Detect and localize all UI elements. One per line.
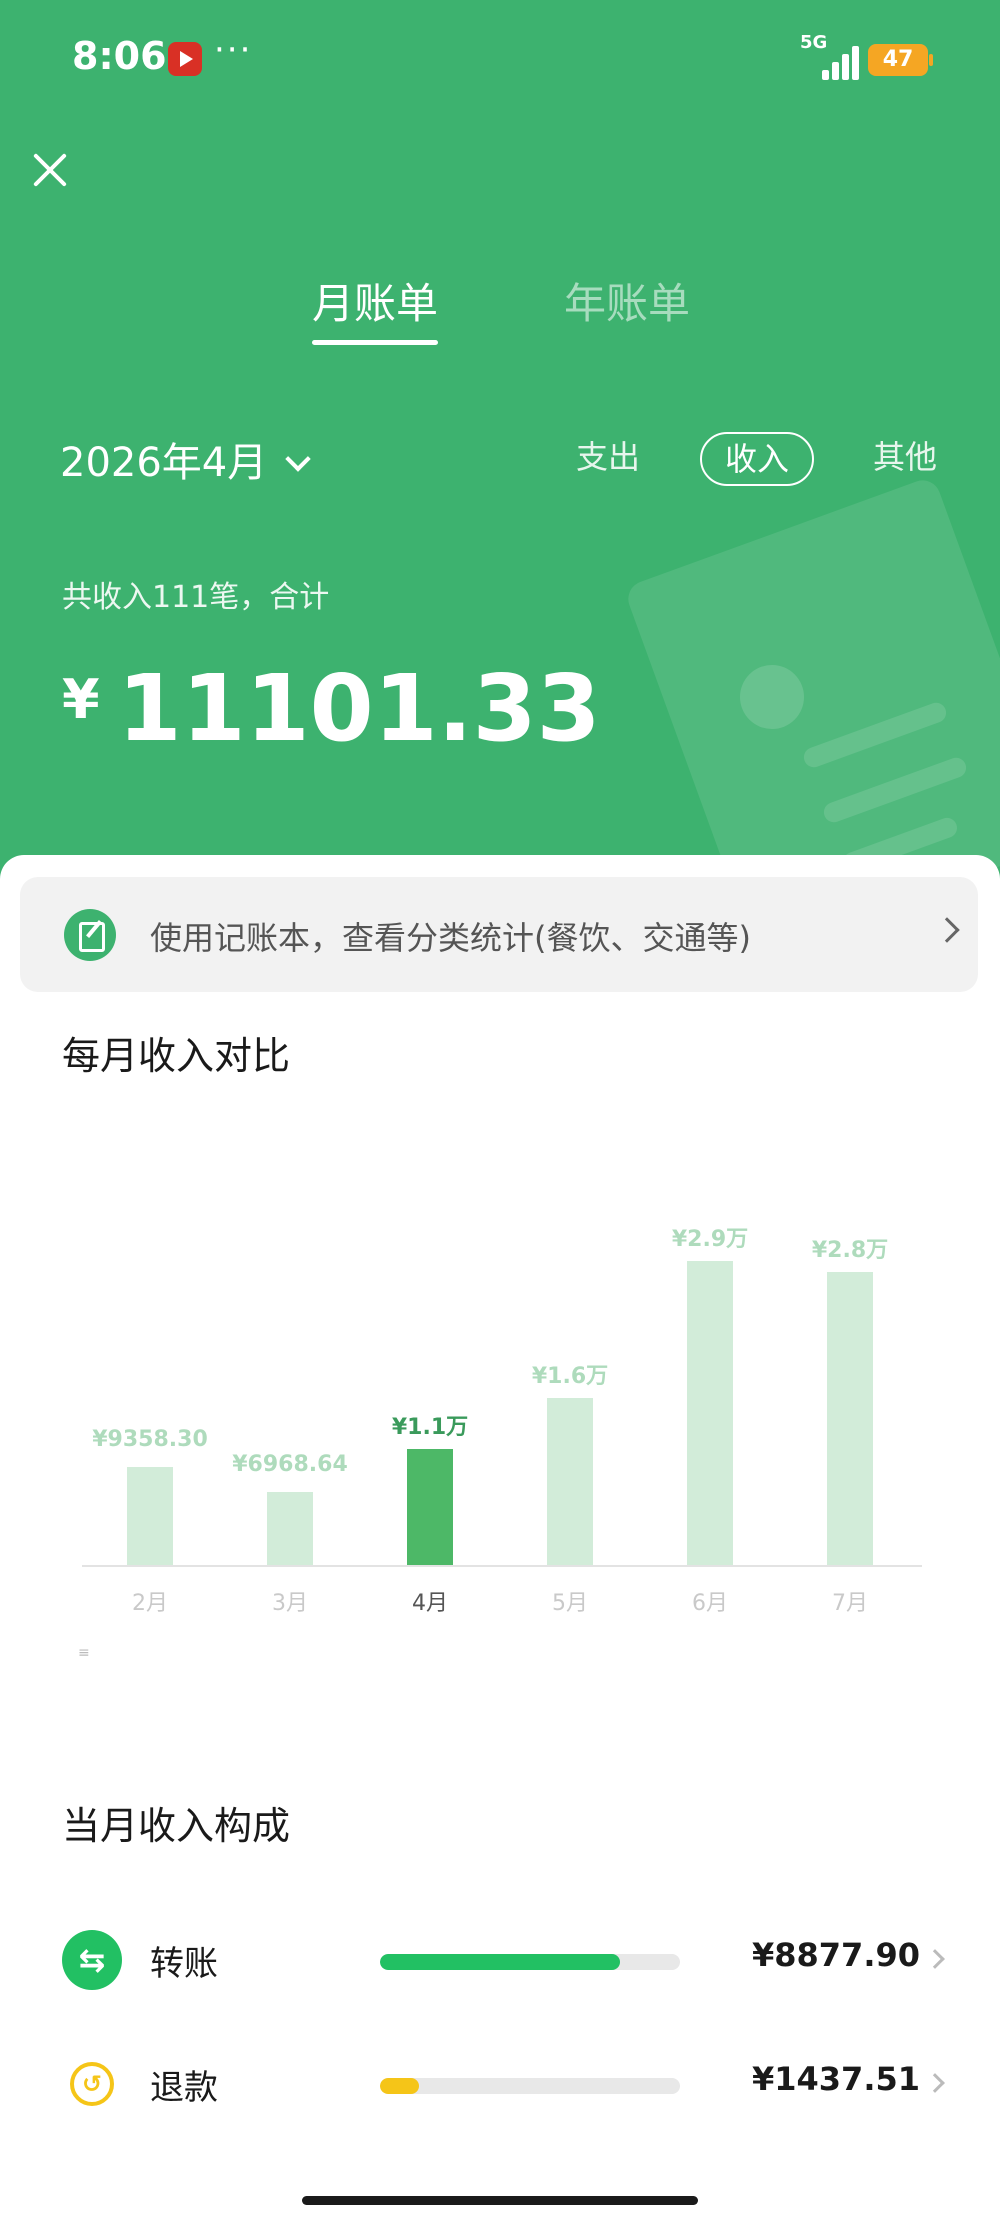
tab-yearly-bill[interactable]: 年账单 bbox=[564, 270, 690, 331]
selected-month: 2026年4月 bbox=[60, 440, 268, 486]
ledger-icon bbox=[64, 909, 116, 961]
month-selector[interactable]: 2026年4月 bbox=[60, 430, 311, 488]
banner-text: 使用记账本，查看分类统计(餐饮、交通等) bbox=[150, 919, 751, 957]
composition-amount: ¥1437.51 bbox=[751, 2060, 920, 2098]
total-amount-value: 11101.33 bbox=[117, 655, 601, 762]
composition-amount: ¥8877.90 bbox=[751, 1936, 920, 1974]
chart-month-label: 6月 bbox=[692, 1591, 728, 1616]
chart-bar[interactable] bbox=[547, 1398, 593, 1565]
video-app-icon bbox=[168, 42, 202, 76]
decorative-dot bbox=[740, 665, 804, 729]
ledger-promo-banner[interactable]: 使用记账本，查看分类统计(餐饮、交通等) bbox=[20, 877, 978, 992]
filter-expense[interactable]: 支出 bbox=[576, 432, 640, 478]
composition-progress-fill bbox=[380, 1954, 620, 1970]
chart-data-label: ¥6968.64 bbox=[232, 1452, 348, 1477]
composition-row-refund[interactable]: 退款 ¥1437.51 bbox=[0, 2044, 1000, 2124]
chevron-right-icon bbox=[934, 917, 960, 943]
chart-month-label: 5月 bbox=[552, 1591, 588, 1616]
chart-data-label: ¥2.9万 bbox=[671, 1227, 749, 1252]
chart-month-label: 4月 bbox=[412, 1591, 448, 1616]
chart-baseline bbox=[82, 1565, 922, 1567]
tab-monthly-bill[interactable]: 月账单 bbox=[312, 270, 438, 331]
composition-row-transfer[interactable]: 转账 ¥8877.90 bbox=[0, 1920, 1000, 2000]
composition-title: 当月收入构成 bbox=[62, 1804, 291, 1848]
income-total-amount: ¥11101.33 bbox=[62, 655, 601, 762]
composition-label: 退款 bbox=[150, 2068, 218, 2108]
chevron-right-icon bbox=[925, 1949, 945, 1969]
chart-month-label: 3月 bbox=[272, 1591, 308, 1616]
chart-scroll-mark: ≡ bbox=[78, 1645, 90, 1661]
composition-progress-track bbox=[380, 2078, 680, 2094]
bill-tabs: 月账单 年账单 bbox=[0, 270, 1000, 360]
close-icon[interactable] bbox=[28, 148, 72, 192]
status-bar: 8:06 ··· 5G 47 bbox=[0, 28, 1000, 88]
currency-symbol: ¥ bbox=[62, 668, 100, 731]
refund-icon bbox=[70, 2062, 114, 2106]
transfer-icon bbox=[62, 1930, 122, 1990]
chart-data-label: ¥1.6万 bbox=[531, 1364, 609, 1389]
battery-tip bbox=[929, 54, 933, 66]
monthly-compare-title: 每月收入对比 bbox=[62, 1034, 291, 1078]
filter-income[interactable]: 收入 bbox=[700, 432, 814, 486]
chevron-right-icon bbox=[925, 2073, 945, 2093]
composition-progress-fill bbox=[380, 2078, 419, 2094]
signal-icon bbox=[812, 46, 859, 80]
chart-data-label: ¥1.1万 bbox=[391, 1415, 469, 1440]
chart-bar[interactable] bbox=[687, 1261, 733, 1565]
chart-bar[interactable] bbox=[407, 1449, 453, 1565]
composition-progress-track bbox=[380, 1954, 680, 1970]
active-tab-underline bbox=[312, 340, 438, 345]
status-time: 8:06 bbox=[72, 34, 167, 78]
chart-month-label: 2月 bbox=[132, 1591, 168, 1616]
filter-other[interactable]: 其他 bbox=[873, 432, 937, 478]
battery-icon: 47 bbox=[868, 44, 928, 76]
chart-month-label: 7月 bbox=[832, 1591, 868, 1616]
income-summary-label: 共收入111笔，合计 bbox=[62, 580, 330, 615]
chart-data-label: ¥2.8万 bbox=[811, 1238, 889, 1263]
more-notifications-icon: ··· bbox=[214, 30, 253, 70]
home-indicator bbox=[302, 2196, 698, 2205]
chart-bar[interactable] bbox=[267, 1492, 313, 1565]
chart-bar[interactable] bbox=[827, 1272, 873, 1565]
composition-label: 转账 bbox=[150, 1944, 218, 1984]
chevron-down-icon bbox=[285, 446, 311, 472]
chart-data-label: ¥9358.30 bbox=[92, 1427, 208, 1452]
chart-bar[interactable] bbox=[127, 1467, 173, 1565]
